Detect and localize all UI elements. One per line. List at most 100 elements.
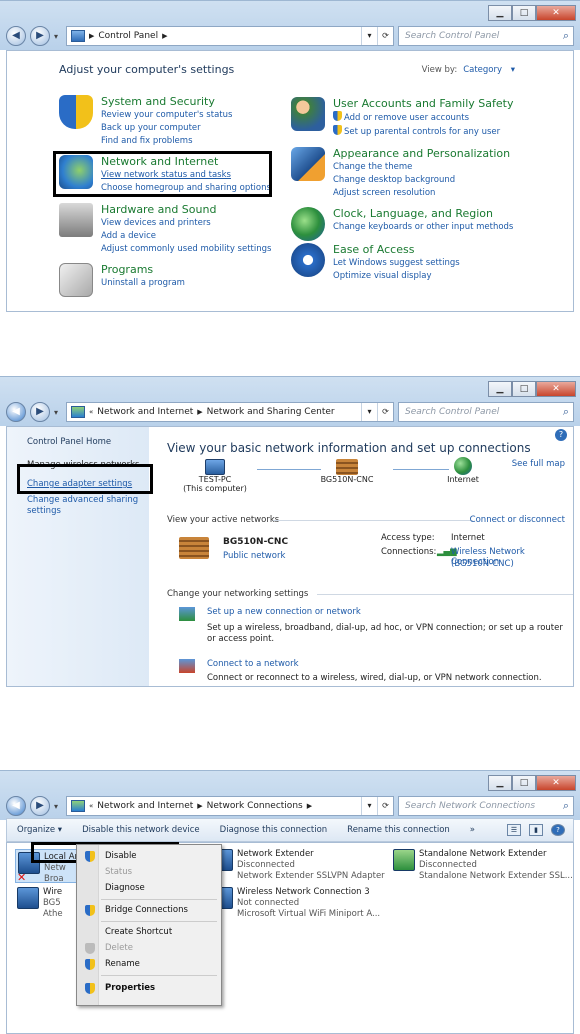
refresh-icon[interactable]: ⟳ — [377, 797, 393, 815]
breadcrumb-arrow-icon[interactable]: ▶ — [197, 802, 202, 810]
task-link[interactable]: Add a device — [101, 230, 271, 242]
history-dropdown-icon[interactable]: ▾ — [54, 32, 62, 41]
task-link[interactable]: Review your computer's status — [101, 109, 232, 121]
task-link[interactable]: Set up a new connection or network — [207, 607, 361, 617]
category-link[interactable]: Ease of Access — [333, 243, 460, 256]
back-button[interactable]: ◀ — [6, 796, 26, 816]
task-link[interactable]: Adjust commonly used mobility settings — [101, 243, 271, 255]
search-input[interactable]: Search Control Panel ⌕ — [398, 26, 574, 46]
task-link[interactable]: Find and fix problems — [101, 135, 232, 147]
chevron-down-icon[interactable]: ▾ — [508, 65, 515, 75]
control-panel-home-link[interactable]: Control Panel Home — [27, 437, 111, 448]
breadcrumb-item[interactable]: Network Connections — [207, 801, 303, 811]
search-input[interactable]: Search Control Panel ⌕ — [398, 402, 574, 422]
advanced-sharing-link[interactable]: Change advanced sharing settings — [27, 495, 143, 517]
menu-item-status[interactable]: Status — [105, 867, 132, 877]
forward-button[interactable]: ▶ — [30, 26, 50, 46]
minimize-button[interactable]: ▁ — [488, 5, 512, 21]
change-view-icon[interactable]: ☰ — [507, 824, 521, 836]
monitor-brush-icon[interactable] — [291, 147, 325, 181]
clock-globe-icon[interactable] — [291, 207, 325, 241]
breadcrumb-item[interactable]: Control Panel — [98, 31, 158, 41]
connection-link-network[interactable]: (BG510N-CNC) — [451, 559, 514, 569]
printer-icon[interactable] — [59, 203, 93, 237]
menu-item-rename[interactable]: Rename — [105, 959, 140, 969]
view-by-dropdown[interactable]: Category — [463, 65, 502, 75]
connection-item[interactable]: Standalone Network Extender Disconnected… — [393, 849, 573, 882]
history-dropdown-icon[interactable]: ▾ — [54, 802, 62, 811]
task-link[interactable]: View devices and printers — [101, 217, 271, 229]
maximize-button[interactable]: □ — [512, 775, 536, 791]
search-icon[interactable]: ⌕ — [563, 405, 569, 419]
disable-device-button[interactable]: Disable this network device — [72, 825, 210, 835]
diagnose-connection-button[interactable]: Diagnose this connection — [210, 825, 338, 835]
close-button[interactable]: ✕ — [536, 775, 576, 791]
address-bar[interactable]: « Network and Internet ▶ Network Connection… — [66, 796, 394, 816]
forward-button[interactable]: ▶ — [30, 796, 50, 816]
task-link[interactable]: Adjust screen resolution — [333, 187, 510, 199]
menu-item-bridge[interactable]: Bridge Connections — [105, 905, 188, 915]
programs-icon[interactable] — [59, 263, 93, 297]
refresh-icon[interactable]: ⟳ — [377, 27, 393, 45]
category-link[interactable]: System and Security — [101, 95, 232, 108]
breadcrumb-item[interactable]: Network and Internet — [97, 407, 193, 417]
connect-disconnect-link[interactable]: Connect or disconnect — [470, 515, 565, 525]
category-link[interactable]: Programs — [101, 263, 185, 276]
ease-of-access-icon[interactable] — [291, 243, 325, 277]
overflow-chevron-icon[interactable]: « — [89, 408, 93, 416]
address-bar[interactable]: « Network and Internet ▶ Network and Sharin… — [66, 402, 394, 422]
search-icon[interactable]: ⌕ — [563, 799, 569, 813]
connection-item[interactable]: Wireless Network Connection 3 Not connec… — [211, 887, 387, 920]
menu-item-delete[interactable]: Delete — [105, 943, 133, 953]
task-link[interactable]: Set up parental controls for any user — [333, 125, 513, 138]
address-dropdown-icon[interactable]: ▾ — [361, 403, 377, 421]
task-link[interactable]: Uninstall a program — [101, 277, 185, 289]
close-button[interactable]: ✕ — [536, 5, 576, 21]
shield-icon[interactable] — [59, 95, 93, 129]
breadcrumb-item[interactable]: Network and Internet — [97, 801, 193, 811]
task-link[interactable]: Change the theme — [333, 161, 510, 173]
minimize-button[interactable]: ▁ — [488, 381, 512, 397]
menu-item-properties[interactable]: Properties — [105, 983, 155, 993]
task-link[interactable]: Connect to a network — [207, 659, 299, 669]
menu-item-disable[interactable]: Disable — [105, 851, 137, 861]
back-button[interactable]: ◀ — [6, 402, 26, 422]
menu-item-diagnose[interactable]: Diagnose — [105, 883, 145, 893]
preview-pane-icon[interactable]: ▮ — [529, 824, 543, 836]
close-button[interactable]: ✕ — [536, 381, 576, 397]
history-dropdown-icon[interactable]: ▾ — [54, 408, 62, 417]
see-full-map-link[interactable]: See full map — [512, 459, 565, 469]
rename-connection-button[interactable]: Rename this connection — [337, 825, 460, 835]
address-bar[interactable]: ▶ Control Panel ▶ ▾ ⟳ — [66, 26, 394, 46]
address-dropdown-icon[interactable]: ▾ — [361, 797, 377, 815]
category-link[interactable]: Appearance and Personalization — [333, 147, 510, 160]
connection-item[interactable]: Network Extender Disconnected Network Ex… — [211, 849, 387, 882]
organize-button[interactable]: Organize ▾ — [7, 825, 72, 835]
network-type-link[interactable]: Public network — [223, 551, 285, 561]
category-link[interactable]: Hardware and Sound — [101, 203, 271, 216]
refresh-icon[interactable]: ⟳ — [377, 403, 393, 421]
help-icon[interactable]: ? — [555, 429, 567, 441]
address-dropdown-icon[interactable]: ▾ — [361, 27, 377, 45]
task-link[interactable]: Let Windows suggest settings — [333, 257, 460, 269]
overflow-chevron-icon[interactable]: « — [89, 802, 93, 810]
task-link[interactable]: Change desktop background — [333, 174, 510, 186]
breadcrumb-arrow-icon[interactable]: ▶ — [162, 32, 167, 40]
task-link[interactable]: Change keyboards or other input methods — [333, 221, 513, 233]
minimize-button[interactable]: ▁ — [488, 775, 512, 791]
breadcrumb-arrow-icon[interactable]: ▶ — [307, 802, 312, 810]
category-link[interactable]: Clock, Language, and Region — [333, 207, 513, 220]
forward-button[interactable]: ▶ — [30, 402, 50, 422]
maximize-button[interactable]: □ — [512, 5, 536, 21]
search-input[interactable]: Search Network Connections ⌕ — [398, 796, 574, 816]
breadcrumb-arrow-icon[interactable]: ▶ — [197, 408, 202, 416]
search-icon[interactable]: ⌕ — [563, 29, 569, 43]
menu-item-create-shortcut[interactable]: Create Shortcut — [105, 927, 172, 937]
task-link[interactable]: Add or remove user accounts — [333, 111, 513, 124]
task-link[interactable]: Back up your computer — [101, 122, 232, 134]
breadcrumb-item[interactable]: Network and Sharing Center — [207, 407, 335, 417]
more-commands-button[interactable]: » — [460, 825, 485, 835]
category-link[interactable]: User Accounts and Family Safety — [333, 97, 513, 110]
back-button[interactable]: ◀ — [6, 26, 26, 46]
users-icon[interactable] — [291, 97, 325, 131]
